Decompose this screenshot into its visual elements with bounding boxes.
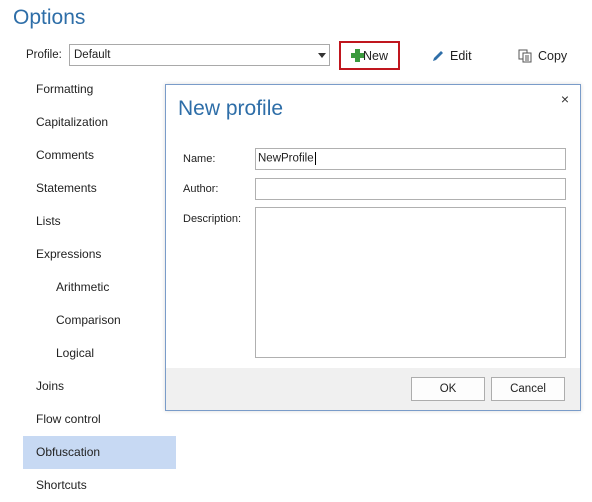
sidebar-item-comparison[interactable]: Comparison bbox=[23, 304, 176, 337]
profile-select[interactable]: Default bbox=[69, 44, 330, 66]
author-field[interactable] bbox=[255, 178, 566, 200]
plus-icon bbox=[351, 49, 364, 62]
dialog-footer: OK Cancel bbox=[166, 368, 580, 410]
copy-button-label: Copy bbox=[538, 48, 568, 63]
author-label: Author: bbox=[183, 183, 219, 195]
description-field[interactable] bbox=[255, 207, 566, 358]
edit-button[interactable]: Edit bbox=[422, 41, 482, 70]
profile-label: Profile: bbox=[26, 49, 62, 61]
dropdown-arrow-zone[interactable] bbox=[312, 45, 329, 65]
sidebar-item-formatting[interactable]: Formatting bbox=[23, 73, 176, 106]
sidebar-item-flow-control[interactable]: Flow control bbox=[23, 403, 176, 436]
sidebar-item-capitalization[interactable]: Capitalization bbox=[23, 106, 176, 139]
profile-select-value: Default bbox=[74, 49, 111, 61]
sidebar: Formatting Capitalization Comments State… bbox=[23, 73, 176, 502]
cancel-button[interactable]: Cancel bbox=[491, 377, 565, 401]
edit-button-label: Edit bbox=[450, 48, 472, 63]
description-label: Description: bbox=[183, 213, 242, 225]
copy-icon bbox=[518, 49, 532, 63]
sidebar-item-shortcuts[interactable]: Shortcuts bbox=[23, 469, 176, 502]
ok-button[interactable]: OK bbox=[411, 377, 485, 401]
sidebar-item-statements[interactable]: Statements bbox=[23, 172, 176, 205]
options-title: Options bbox=[13, 6, 86, 29]
name-label: Name: bbox=[183, 153, 216, 165]
sidebar-item-lists[interactable]: Lists bbox=[23, 205, 176, 238]
close-icon[interactable]: × bbox=[558, 92, 572, 106]
pencil-icon bbox=[432, 50, 444, 62]
copy-button[interactable]: Copy bbox=[508, 41, 578, 70]
sidebar-item-arithmetic[interactable]: Arithmetic bbox=[23, 271, 176, 304]
sidebar-item-joins[interactable]: Joins bbox=[23, 370, 176, 403]
sidebar-item-logical[interactable]: Logical bbox=[23, 337, 176, 370]
new-button-label: New bbox=[362, 48, 388, 63]
chevron-down-icon bbox=[318, 53, 326, 58]
sidebar-item-obfuscation[interactable]: Obfuscation bbox=[23, 436, 176, 469]
new-button[interactable]: New bbox=[339, 41, 400, 70]
sidebar-item-comments[interactable]: Comments bbox=[23, 139, 176, 172]
dialog-title: New profile bbox=[178, 97, 284, 120]
name-field-value: NewProfile bbox=[258, 152, 314, 165]
sidebar-item-expressions[interactable]: Expressions bbox=[23, 238, 176, 271]
name-field[interactable]: NewProfile bbox=[255, 148, 566, 170]
new-profile-dialog: New profile × Name: NewProfile Author: D… bbox=[165, 84, 581, 411]
